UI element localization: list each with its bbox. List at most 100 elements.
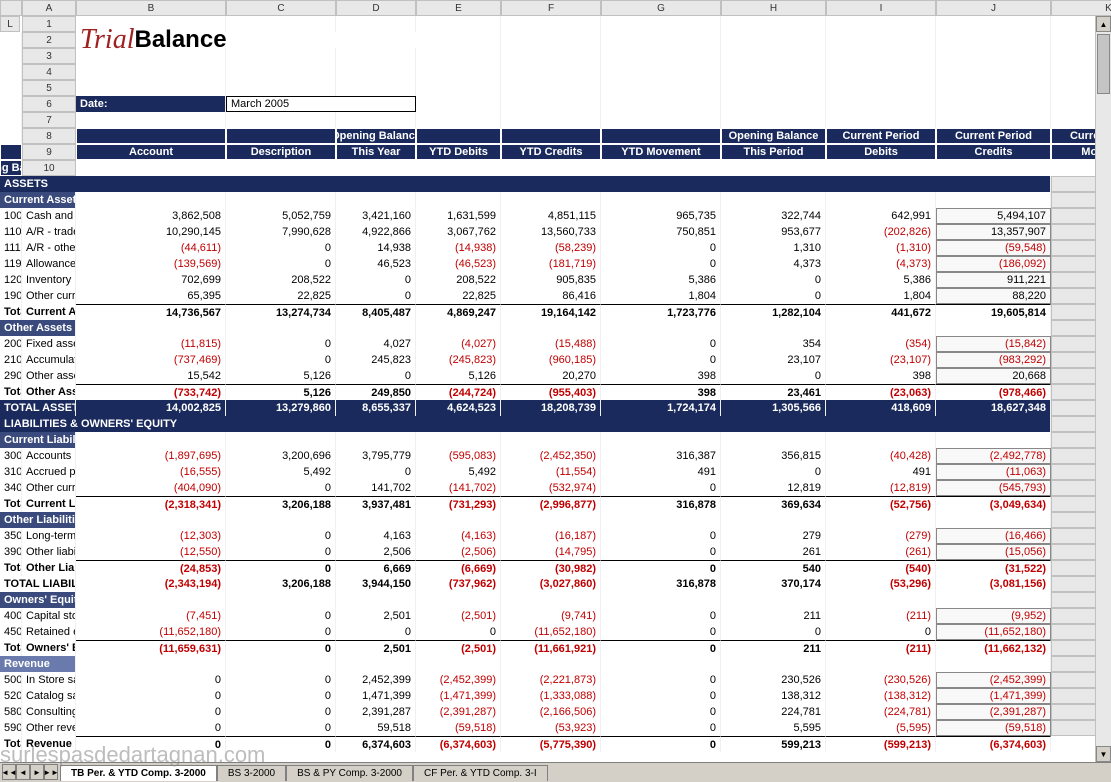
val-45-e: 6,374,603 [336,736,416,752]
row-header-1[interactable]: 1 [22,16,76,32]
col-header-F[interactable]: F [501,0,601,16]
row-header-4[interactable]: 4 [22,64,76,80]
row-header-10[interactable]: 10 [22,160,76,176]
acct-20: 2000 [0,336,22,352]
corner-cell[interactable] [0,0,22,16]
col-header-I[interactable]: I [826,0,936,16]
col-header-H[interactable]: H [721,0,826,16]
val-28-k: (11,063) [936,464,1051,480]
scroll-thumb[interactable] [1097,34,1110,94]
row-header-8[interactable]: 8 [22,128,76,144]
row-header-7[interactable]: 7 [22,112,76,128]
col-header-B[interactable]: B [76,0,226,16]
col-header-E[interactable]: E [416,0,501,16]
blank [601,32,721,48]
val-18-d: 13,274,734 [226,304,336,320]
val-13-c: 10,290,145 [76,224,226,240]
val-39-d: 0 [226,640,336,656]
blank [601,16,721,32]
val-16-c: 702,699 [76,272,226,288]
val-20-e: 4,027 [336,336,416,352]
val-22-e: 0 [336,368,416,384]
tab-nav-last[interactable]: ►► [44,764,58,780]
val-30-d: 3,206,188 [226,496,336,512]
desc-42: Catalog sales [22,688,76,704]
sheet-tab-3[interactable]: CF Per. & YTD Comp. 3-I [413,765,548,781]
sheet-tab-2[interactable]: BS & PY Comp. 3-2000 [286,765,413,781]
val-41-g: (2,221,873) [501,672,601,688]
scroll-down-arrow[interactable]: ▼ [1096,746,1111,762]
desc-13: A/R - trade [22,224,76,240]
sheet-tab-0[interactable]: TB Per. & YTD Comp. 3-2000 [60,765,217,781]
val-17-d: 22,825 [226,288,336,304]
val-21-f: (245,823) [416,352,501,368]
date-value[interactable]: March 2005 [226,96,416,112]
blank [416,592,501,608]
val-39-j: (211) [826,640,936,656]
col-header-A[interactable]: A [22,0,76,16]
val-15-e: 46,523 [336,256,416,272]
acct-28: 3100 [0,464,22,480]
blank [721,16,826,32]
tab-nav-first[interactable]: ◄◄ [2,764,16,780]
tab-nav-next[interactable]: ► [30,764,44,780]
val-42-e: 1,471,399 [336,688,416,704]
val-45-d: 0 [226,736,336,752]
val-30-e: 3,937,481 [336,496,416,512]
tab-nav-prev[interactable]: ◄ [16,764,30,780]
val-32-j: (279) [826,528,936,544]
row-header-3[interactable]: 3 [22,48,76,64]
blank [721,512,826,528]
val-44-f: (59,518) [416,720,501,736]
val-45-g: (5,775,390) [501,736,601,752]
blank [416,48,501,64]
val-32-c: (12,303) [76,528,226,544]
val-44-d: 0 [226,720,336,736]
col-header-D[interactable]: D [336,0,416,16]
desc-17: Other current assets [22,288,76,304]
val-38-e: 0 [336,624,416,640]
blank [416,16,501,32]
row-header-9[interactable]: 9 [22,144,76,160]
val-38-i: 0 [721,624,826,640]
val-14-f: (14,938) [416,240,501,256]
val-17-f: 22,825 [416,288,501,304]
val-12-i: 322,744 [721,208,826,224]
col-header-L[interactable]: L [0,16,20,32]
blank [336,64,416,80]
sheet-tab-1[interactable]: BS 3-2000 [217,765,286,781]
desc-14: A/R - other [22,240,76,256]
header-top-2: Opening Balance [336,128,416,144]
col-header-G[interactable]: G [601,0,721,16]
scroll-up-arrow[interactable]: ▲ [1096,16,1111,32]
header-bot-2: This Year [336,144,416,160]
blank [936,96,1051,112]
spreadsheet-grid[interactable]: ABCDEFGHIJKL12Trial Balance3456Date:Marc… [0,0,1111,752]
blank [76,80,226,96]
blank [721,192,826,208]
val-23-h: 398 [601,384,721,400]
blank [721,80,826,96]
blank [501,432,601,448]
val-18-j: 441,672 [826,304,936,320]
val-22-i: 0 [721,368,826,384]
val-12-f: 1,631,599 [416,208,501,224]
blank [501,80,601,96]
blank [76,192,226,208]
val-30-h: 316,878 [601,496,721,512]
blank [721,592,826,608]
val-32-k: (16,466) [936,528,1051,544]
val-29-d: 0 [226,480,336,496]
col-header-J[interactable]: J [936,0,1051,16]
header-bot-3: YTD Debits [416,144,501,160]
vertical-scrollbar[interactable]: ▲ ▼ [1095,16,1111,762]
row-header-5[interactable]: 5 [22,80,76,96]
row-header-6[interactable]: 6 [22,96,76,112]
blank [336,80,416,96]
val-14-c: (44,611) [76,240,226,256]
val-21-g: (960,185) [501,352,601,368]
col-header-K[interactable]: K [1051,0,1111,16]
col-header-C[interactable]: C [226,0,336,16]
val-17-h: 1,804 [601,288,721,304]
row-header-2[interactable]: 2 [22,32,76,48]
